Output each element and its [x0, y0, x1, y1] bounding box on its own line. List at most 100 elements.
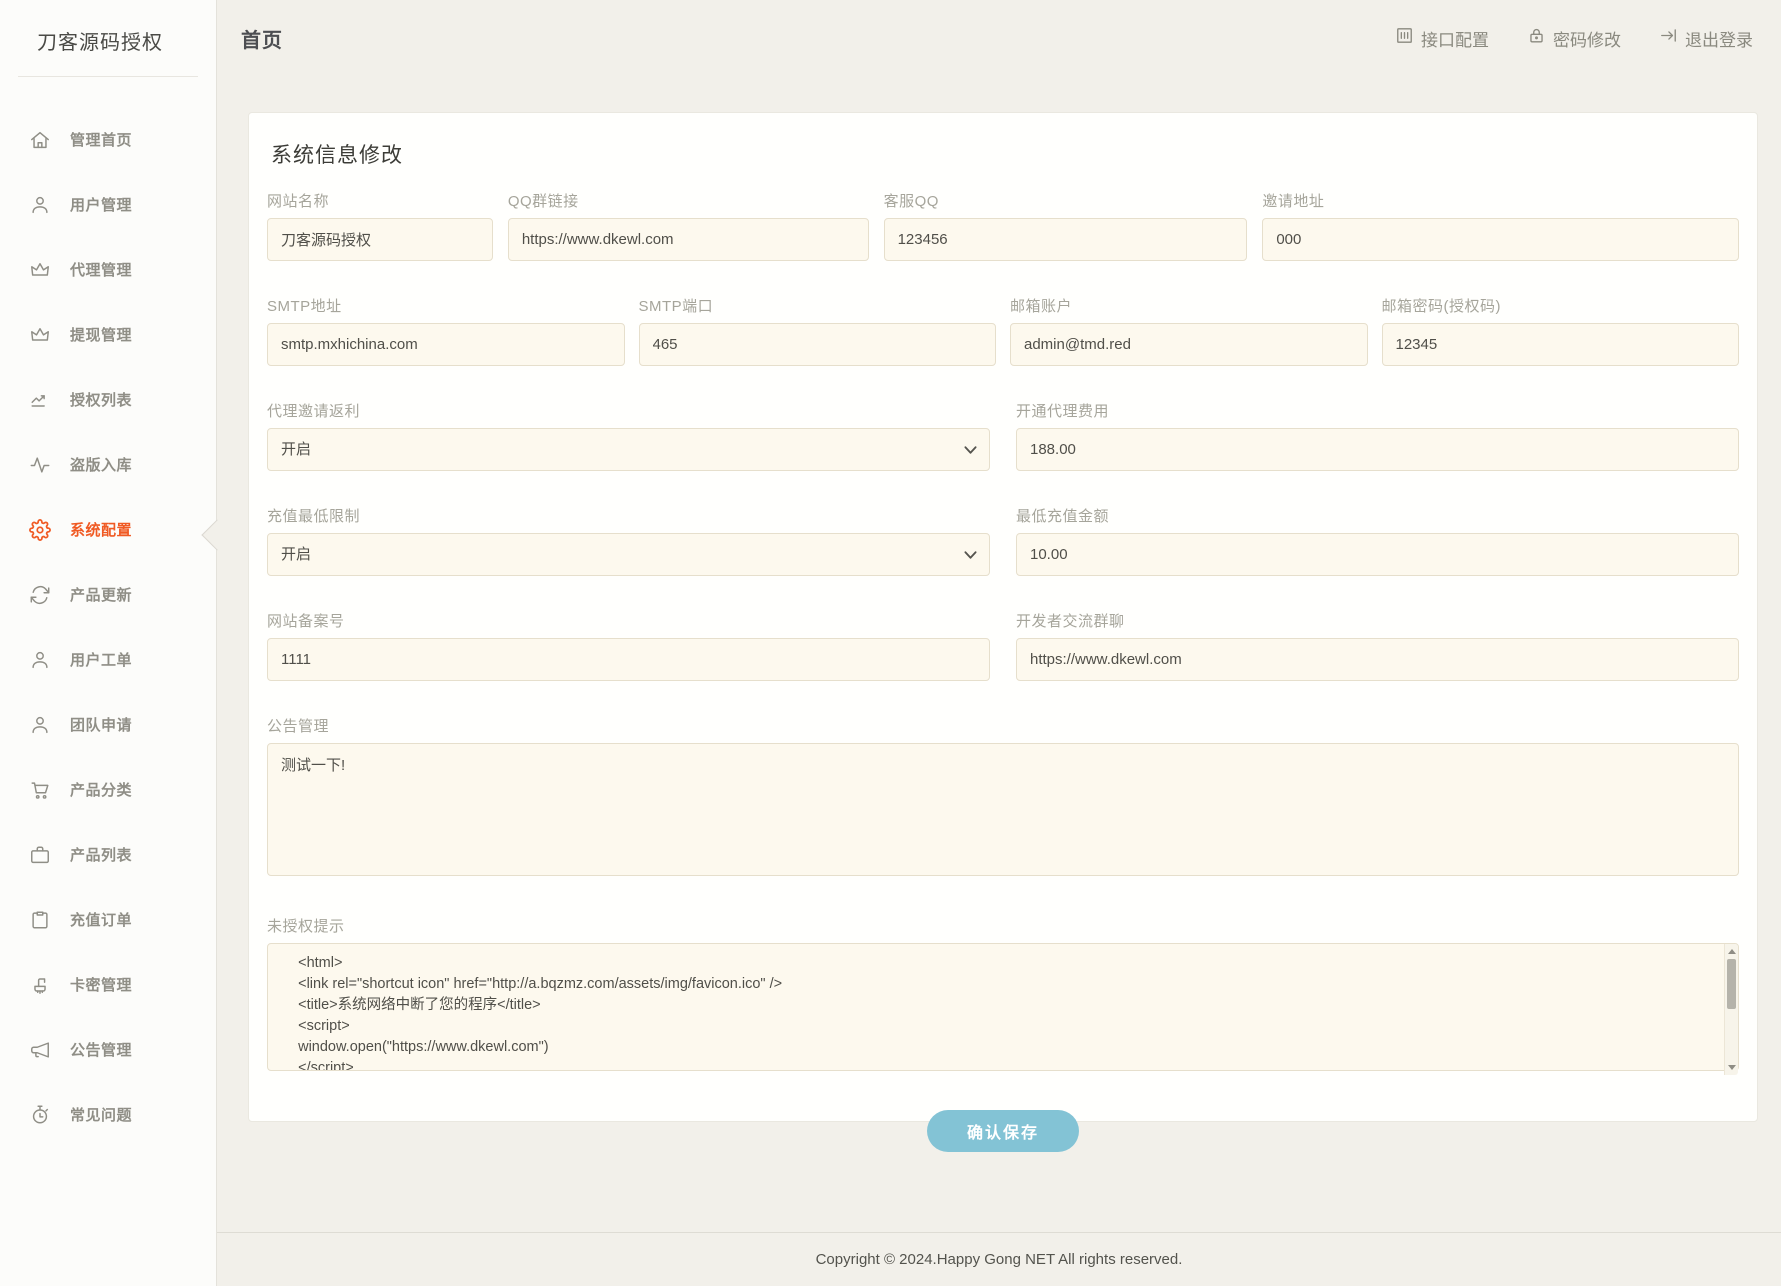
crown-icon [29, 324, 51, 346]
field-recharge-min-limit: 充值最低限制 开启 [267, 505, 990, 576]
email-account-input[interactable] [1010, 323, 1368, 366]
password-change-link[interactable]: 密码修改 [1527, 26, 1621, 51]
sidebar-item-label: 公告管理 [70, 1039, 132, 1060]
agent-invite-rebate-select[interactable]: 开启 [267, 428, 990, 471]
api-config-link[interactable]: 接口配置 [1395, 26, 1489, 51]
sidebar-item-label: 提现管理 [70, 324, 132, 345]
form-row-5: 网站备案号 开发者交流群聊 [267, 610, 1739, 681]
form-row-unauthorized-tip: 未授权提示 <html> <link rel="shortcut icon" h… [267, 915, 1739, 1076]
activity-icon [29, 454, 51, 476]
logout-icon [1659, 26, 1678, 50]
service-qq-input[interactable] [884, 218, 1248, 261]
email-password-label: 邮箱密码(授权码) [1382, 295, 1740, 316]
stopwatch-icon [29, 1104, 51, 1126]
password-change-label: 密码修改 [1553, 26, 1621, 51]
site-name-input[interactable] [267, 218, 493, 261]
field-min-recharge-amount: 最低充值金额 [1016, 505, 1739, 576]
sidebar-item-admin-home[interactable]: 管理首页 [0, 107, 216, 172]
field-announcement: 公告管理 测试一下! [267, 715, 1739, 881]
sidebar: 刀客源码授权 管理首页 用户管理 代理管理 提现管理 [0, 0, 217, 1286]
button-row: 确认保存 [267, 1110, 1739, 1152]
sidebar-item-faq[interactable]: 常见问题 [0, 1082, 216, 1147]
agent-open-fee-input[interactable] [1016, 428, 1739, 471]
email-password-input[interactable] [1382, 323, 1740, 366]
smtp-address-label: SMTP地址 [267, 295, 625, 316]
brush-icon [29, 974, 51, 996]
min-recharge-amount-label: 最低充值金额 [1016, 505, 1739, 526]
copyright-text: Copyright © 2024.Happy Gong NET All righ… [816, 1251, 1183, 1268]
agent-open-fee-label: 开通代理费用 [1016, 400, 1739, 421]
sidebar-item-label: 盗版入库 [70, 454, 132, 475]
scrollbar-down-arrow[interactable] [1725, 1061, 1738, 1074]
sidebar-item-label: 授权列表 [70, 389, 132, 410]
icp-number-input[interactable] [267, 638, 990, 681]
sidebar-item-recharge-orders[interactable]: 充值订单 [0, 887, 216, 952]
scrollbar[interactable] [1724, 944, 1738, 1075]
developer-group-input[interactable] [1016, 638, 1739, 681]
top-bar: 首页 接口配置 密码修改 退出登录 [217, 0, 1781, 76]
sidebar-item-label: 产品列表 [70, 844, 132, 865]
sidebar-item-announcement-management[interactable]: 公告管理 [0, 1017, 216, 1082]
field-invite-address: 邀请地址 [1262, 190, 1739, 261]
smtp-port-input[interactable] [639, 323, 997, 366]
field-site-name: 网站名称 [267, 190, 493, 261]
service-qq-label: 客服QQ [884, 190, 1248, 211]
field-service-qq: 客服QQ [884, 190, 1248, 261]
form-row-4: 充值最低限制 开启 最低充值金额 [267, 505, 1739, 576]
logo-divider [18, 76, 198, 77]
sidebar-item-label: 产品分类 [70, 779, 132, 800]
qq-group-link-label: QQ群链接 [508, 190, 869, 211]
home-icon [29, 129, 51, 151]
clipboard-icon [29, 909, 51, 931]
api-config-icon [1395, 26, 1414, 50]
sidebar-item-agent-management[interactable]: 代理管理 [0, 237, 216, 302]
sidebar-item-product-list[interactable]: 产品列表 [0, 822, 216, 887]
sidebar-item-withdrawal-management[interactable]: 提现管理 [0, 302, 216, 367]
field-email-account: 邮箱账户 [1010, 295, 1368, 366]
form-row-3: 代理邀请返利 开启 开通代理费用 [267, 400, 1739, 471]
min-recharge-amount-input[interactable] [1016, 533, 1739, 576]
sidebar-item-label: 管理首页 [70, 129, 132, 150]
recharge-min-limit-select-wrap: 开启 [267, 533, 990, 576]
field-icp-number: 网站备案号 [267, 610, 990, 681]
unauthorized-tip-code-wrap: <html> <link rel="shortcut icon" href="h… [267, 943, 1739, 1076]
refresh-icon [29, 584, 51, 606]
invite-address-input[interactable] [1262, 218, 1739, 261]
sidebar-item-label: 代理管理 [70, 259, 132, 280]
sidebar-item-pirated-storage[interactable]: 盗版入库 [0, 432, 216, 497]
sidebar-item-system-config[interactable]: 系统配置 [0, 497, 216, 562]
page-title: 首页 [241, 24, 283, 53]
sidebar-item-label: 常见问题 [70, 1104, 132, 1125]
system-settings-card: 系统信息修改 网站名称 QQ群链接 客服QQ 邀请地址 SMTP地址 [248, 112, 1758, 1122]
email-account-label: 邮箱账户 [1010, 295, 1368, 316]
sidebar-item-user-management[interactable]: 用户管理 [0, 172, 216, 237]
form-row-1: 网站名称 QQ群链接 客服QQ 邀请地址 [267, 190, 1739, 261]
trend-chart-icon [29, 389, 51, 411]
field-qq-group-link: QQ群链接 [508, 190, 869, 261]
sidebar-item-label: 团队申请 [70, 714, 132, 735]
sidebar-item-label: 用户工单 [70, 649, 132, 670]
user-icon [29, 194, 51, 216]
sidebar-item-user-tickets[interactable]: 用户工单 [0, 627, 216, 692]
site-name-label: 网站名称 [267, 190, 493, 211]
smtp-address-input[interactable] [267, 323, 625, 366]
sidebar-item-label: 卡密管理 [70, 974, 132, 995]
scrollbar-thumb[interactable] [1727, 959, 1736, 1009]
unauthorized-tip-textarea[interactable]: <html> <link rel="shortcut icon" href="h… [267, 943, 1739, 1071]
form-row-2: SMTP地址 SMTP端口 邮箱账户 邮箱密码(授权码) [267, 295, 1739, 366]
sidebar-item-product-category[interactable]: 产品分类 [0, 757, 216, 822]
qq-group-link-input[interactable] [508, 218, 869, 261]
sidebar-item-label: 充值订单 [70, 909, 132, 930]
sidebar-item-product-update[interactable]: 产品更新 [0, 562, 216, 627]
sidebar-item-label: 系统配置 [70, 519, 132, 540]
announcement-textarea[interactable]: 测试一下! [267, 743, 1739, 876]
sidebar-item-card-key-management[interactable]: 卡密管理 [0, 952, 216, 1017]
sidebar-nav: 管理首页 用户管理 代理管理 提现管理 授权列表 [0, 107, 216, 1147]
recharge-min-limit-select[interactable]: 开启 [267, 533, 990, 576]
user-icon [29, 649, 51, 671]
save-button[interactable]: 确认保存 [927, 1110, 1079, 1152]
sidebar-item-team-application[interactable]: 团队申请 [0, 692, 216, 757]
logout-link[interactable]: 退出登录 [1659, 26, 1753, 51]
sidebar-item-authorization-list[interactable]: 授权列表 [0, 367, 216, 432]
scrollbar-up-arrow[interactable] [1725, 945, 1738, 958]
